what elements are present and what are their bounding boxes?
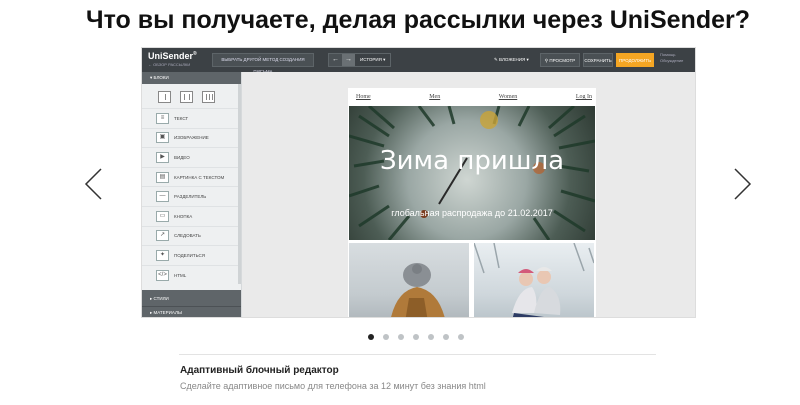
discussion-link[interactable]: Обсуждение (660, 58, 683, 64)
save-button[interactable]: СОХРАНИТЬ (583, 53, 613, 67)
hero-image[interactable]: Зима пришла глобальная распродажа до 21.… (349, 106, 595, 240)
text-icon: ≡ (156, 112, 169, 124)
unisender-logo[interactable]: UniSender® (148, 51, 197, 61)
carousel-dot[interactable] (428, 334, 434, 340)
product-photo-right[interactable] (474, 243, 594, 317)
html-icon: </> (156, 269, 169, 281)
image-icon: ▣ (156, 132, 169, 144)
editor-toolbar: UniSender® ← ОБЗОР РАССЫЛКИ ВЫБРАТЬ ДРУГ… (142, 48, 695, 74)
email-nav-men[interactable]: Men (429, 94, 440, 100)
carousel-dot[interactable] (443, 334, 449, 340)
prev-arrow-icon[interactable] (84, 168, 104, 200)
sidebar-item-label: HTML (174, 272, 187, 278)
carousel-slide: UniSender® ← ОБЗОР РАССЫЛКИ ВЫБРАТЬ ДРУГ… (141, 47, 696, 318)
sidebar-item-label: КАРТИНКА С ТЕКСТОМ (174, 174, 225, 180)
person-in-hat-illustration (391, 263, 445, 317)
divider (179, 354, 656, 355)
sidebar-item-поделиться[interactable]: ✦ ПОДЕЛИТЬСЯ (142, 245, 241, 265)
email-preview[interactable]: Home Men Women Log In Зима пришла глобал… (348, 88, 596, 317)
feature-title: Адаптивный блочный редактор (180, 365, 339, 376)
email-nav: Home Men Women Log In (348, 88, 596, 106)
video-icon: ▶ (156, 151, 169, 163)
history-dropdown[interactable]: ИСТОРИЯ ▾ (355, 54, 391, 66)
email-nav-home[interactable]: Home (356, 94, 371, 100)
redo-icon[interactable]: → (342, 54, 355, 66)
layout-options (142, 84, 241, 108)
sidebar-item-label: ТЕКСТ (174, 115, 189, 121)
email-canvas: Home Men Women Log In Зима пришла глобал… (242, 72, 695, 317)
sidebar-scrollbar[interactable] (238, 84, 241, 284)
two-column-layout-icon[interactable] (180, 91, 193, 103)
sidebar-item-label: РАЗДЕЛИТЕЛЬ (174, 194, 207, 200)
sidebar-item-разделитель[interactable]: — РАЗДЕЛИТЕЛЬ (142, 186, 241, 206)
materials-header[interactable]: ▸ МАТЕРИАЛЫ (142, 307, 241, 317)
carousel-dot[interactable] (413, 334, 419, 340)
history-controls: ← → ИСТОРИЯ ▾ (328, 53, 392, 67)
hero-subtitle: глобальная распродажа до 21.02.2017 (391, 208, 553, 218)
sidebar-item-label: ВИДЕО (174, 154, 190, 160)
page-heading: Что вы получаете, делая рассылки через U… (86, 6, 750, 34)
sidebar-item-label: ПОДЕЛИТЬСЯ (174, 252, 205, 258)
carousel-dot[interactable] (383, 334, 389, 340)
divider-icon: — (156, 191, 169, 203)
preview-button[interactable]: ⚲ ПРОСМОТР (540, 53, 580, 67)
sidebar-item-картинка-с-текстом[interactable]: ▤ КАРТИНКА С ТЕКСТОМ (142, 166, 241, 187)
carousel-dot[interactable] (458, 334, 464, 340)
blocks-sidebar: ▾ БЛОКИ ≡ ТЕКСТ ▣ ИЗОБРАЖЕНИЕ ▶ ВИДЕО ▤ КАРТИНК… (142, 72, 242, 317)
next-arrow-icon[interactable] (732, 168, 752, 200)
email-nav-women[interactable]: Women (499, 94, 518, 100)
twitter-icon: ✦ (156, 249, 169, 261)
carousel-dot[interactable] (398, 334, 404, 340)
three-column-layout-icon[interactable] (202, 91, 215, 103)
sidebar-item-текст[interactable]: ≡ ТЕКСТ (142, 108, 241, 128)
sidebar-item-html[interactable]: </> HTML (142, 264, 241, 285)
button-icon: ▭ (156, 210, 169, 222)
styles-header[interactable]: ▸ СТИЛИ (142, 290, 241, 307)
help-links: Помощь Обсуждение (660, 52, 683, 64)
blocks-header[interactable]: ▾ БЛОКИ (142, 72, 241, 84)
choose-method-button[interactable]: ВЫБРАТЬ ДРУГОЙ МЕТОД СОЗДАНИЯ ПИСЬМА (212, 53, 314, 74)
sidebar-item-label: ИЗОБРАЖЕНИЕ (174, 135, 209, 141)
continue-button[interactable]: ПРОДОЛЖИТЬ (616, 53, 654, 67)
hero-title: Зима пришла (379, 146, 565, 176)
image-text-icon: ▤ (156, 171, 169, 183)
search-icon: ⚲ (544, 58, 549, 63)
carousel-dots (368, 334, 464, 340)
attachments-dropdown[interactable]: ✎ ВЛОЖЕНИЯ ▾ (494, 53, 529, 67)
follow-icon: ↗ (156, 230, 169, 242)
carousel-dot[interactable] (368, 334, 374, 340)
feature-description: Сделайте адаптивное письмо для телефона … (180, 381, 486, 391)
one-column-layout-icon[interactable] (158, 91, 171, 103)
email-nav-login[interactable]: Log In (576, 94, 592, 100)
product-photo-left[interactable] (349, 243, 469, 317)
sidebar-item-label: КНОПКА (174, 213, 193, 219)
sidebar-item-кнопка[interactable]: ▭ КНОПКА (142, 205, 241, 226)
sidebar-item-изображение[interactable]: ▣ ИЗОБРАЖЕНИЕ (142, 127, 241, 148)
undo-icon[interactable]: ← (329, 54, 342, 66)
back-to-overview-link[interactable]: ← ОБЗОР РАССЫЛКИ (148, 62, 190, 67)
sidebar-item-следовать[interactable]: ↗ СЛЕДОВАТЬ (142, 225, 241, 246)
sidebar-item-label: СЛЕДОВАТЬ (174, 233, 201, 239)
girls-in-snow-illustration (474, 243, 594, 317)
sidebar-item-видео[interactable]: ▶ ВИДЕО (142, 147, 241, 167)
